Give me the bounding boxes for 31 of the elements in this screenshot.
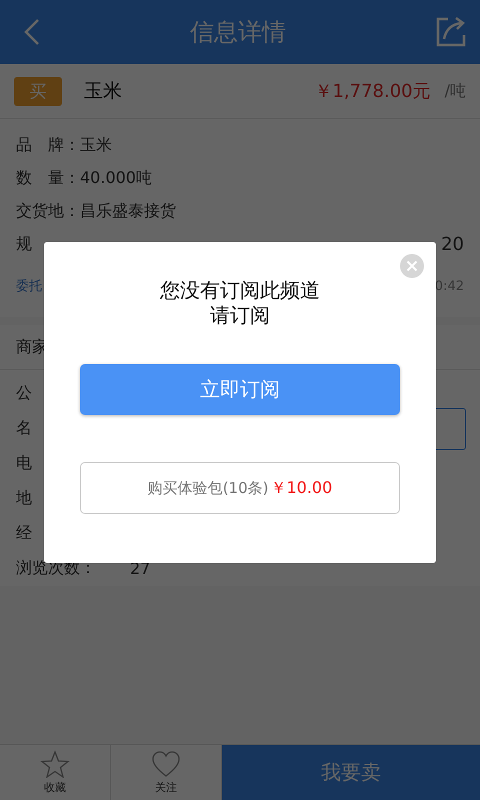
info-label: 名 bbox=[16, 418, 32, 439]
trade-tag: 买 bbox=[14, 76, 62, 106]
heart-icon bbox=[151, 750, 181, 778]
trial-pack-button[interactable]: 购买体验包(10条)￥10.00 bbox=[80, 462, 400, 514]
bottom-tab[interactable]: 收藏 bbox=[0, 745, 111, 800]
detail-value: 20 bbox=[441, 234, 464, 255]
detail-label: 品 牌： bbox=[16, 135, 80, 156]
info-label: 地 bbox=[16, 488, 32, 509]
detail-label: 交货地： bbox=[16, 201, 80, 222]
info-label: 公 bbox=[16, 383, 32, 404]
sell-button[interactable]: 我要卖 bbox=[222, 745, 480, 800]
info-label: 电 bbox=[16, 453, 32, 474]
detail-value: 玉米 bbox=[80, 135, 112, 156]
detail-label: 规 bbox=[16, 234, 33, 255]
info-label: 经 bbox=[16, 523, 32, 544]
entrust-link[interactable]: 委托 bbox=[16, 277, 42, 295]
close-icon[interactable] bbox=[400, 254, 424, 278]
tab-label: 关注 bbox=[155, 780, 177, 795]
star-icon bbox=[40, 750, 70, 778]
product-name: 玉米 bbox=[84, 79, 123, 104]
dialog-message: 您没有订阅此频道 bbox=[160, 278, 320, 303]
tab-label: 收藏 bbox=[44, 780, 66, 795]
detail-value: 昌乐盛泰接货 bbox=[80, 201, 176, 222]
detail-value: 40.000吨 bbox=[80, 168, 152, 189]
subscribe-button[interactable]: 立即订阅 bbox=[80, 364, 400, 415]
detail-label: 数 量： bbox=[16, 168, 80, 189]
page-title: 信息详情 bbox=[190, 17, 286, 48]
product-price: ￥1,778.00元 bbox=[314, 80, 431, 103]
share-icon[interactable] bbox=[434, 15, 468, 49]
back-icon[interactable] bbox=[22, 17, 42, 47]
dialog-message: 请订阅 bbox=[210, 303, 270, 328]
